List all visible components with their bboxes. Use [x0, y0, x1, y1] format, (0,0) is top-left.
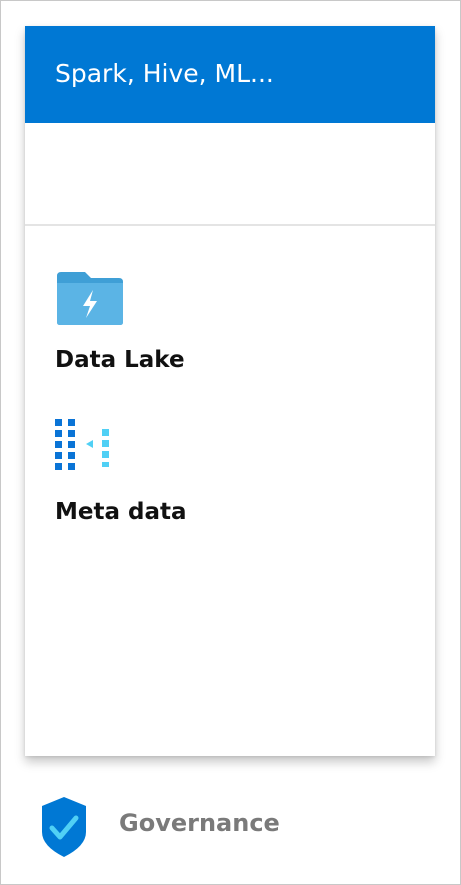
card-header: Spark, Hive, ML... — [25, 26, 435, 123]
card-divider — [25, 224, 435, 226]
processing-card: Spark, Hive, ML... Data Lake Meta data — [25, 26, 435, 756]
governance-label: Governance — [119, 809, 280, 837]
metadata-grid-icon — [55, 419, 109, 470]
meta-data-label: Meta data — [55, 499, 187, 525]
data-lake-label: Data Lake — [55, 347, 185, 373]
card-title: Spark, Hive, ML... — [55, 59, 274, 88]
diagram-frame: Spark, Hive, ML... Data Lake Meta data G… — [0, 0, 461, 885]
data-lake-folder-icon — [57, 272, 123, 325]
shield-check-icon — [42, 797, 86, 857]
